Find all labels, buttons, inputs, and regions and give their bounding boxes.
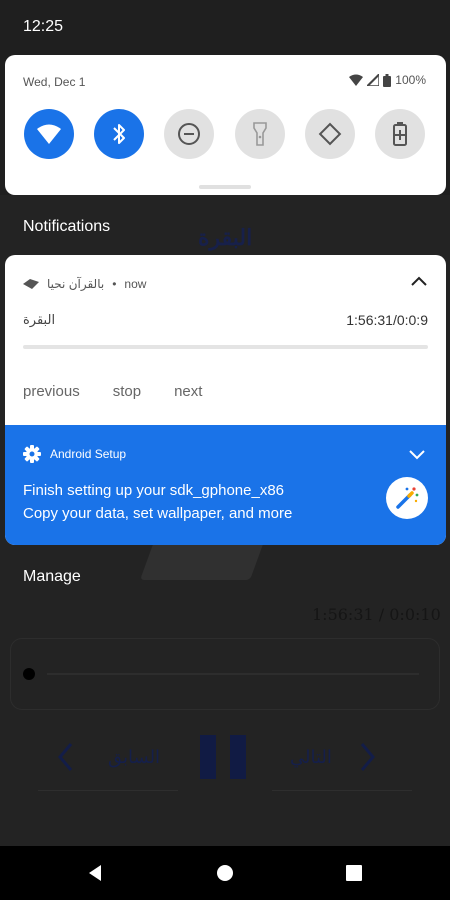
media-track-title: البقرة xyxy=(23,312,56,327)
auto-rotate-tile[interactable] xyxy=(305,109,355,159)
recents-button[interactable] xyxy=(341,860,367,886)
gear-icon xyxy=(23,445,41,463)
flashlight-tile[interactable] xyxy=(235,109,285,159)
quick-settings-panel: Wed, Dec 1 100% xyxy=(5,55,446,195)
battery-saver-tile[interactable] xyxy=(375,109,425,159)
wifi-signal-icon xyxy=(349,74,364,86)
wifi-tile[interactable] xyxy=(24,109,74,159)
back-icon xyxy=(89,865,101,881)
media-app-name: بالقرآن نحيا xyxy=(47,277,105,291)
wifi-icon xyxy=(37,124,61,144)
previous-button[interactable]: previous xyxy=(23,383,80,400)
cell-signal-icon xyxy=(367,74,380,86)
magic-wand-icon xyxy=(396,487,419,509)
battery-saver-icon xyxy=(393,122,407,146)
background-time-readout: 1:56:31 / 0:0:10 xyxy=(312,605,441,624)
media-notification[interactable]: بالقرآن نحيا • now البقرة 1:56:31/0:0:9 … xyxy=(5,255,446,545)
setup-subtitle: Copy your data, set wallpaper, and more xyxy=(23,505,293,522)
bluetooth-tile[interactable] xyxy=(94,109,144,159)
quick-settings-status: 100% xyxy=(349,73,426,87)
quick-settings-date: Wed, Dec 1 xyxy=(23,75,86,89)
auto-rotate-icon xyxy=(318,122,342,146)
notifications-heading: Notifications xyxy=(23,218,111,235)
navigation-bar xyxy=(0,846,450,900)
setup-app-name: Android Setup xyxy=(50,447,127,461)
recents-icon xyxy=(346,865,362,881)
background-next-label: التالي xyxy=(290,747,332,768)
background-seek-bar xyxy=(10,638,440,710)
background-chevron-left-icon xyxy=(58,743,73,771)
chevron-down-icon[interactable] xyxy=(408,447,426,463)
background-prev-label: السابق xyxy=(108,747,161,768)
flashlight-icon xyxy=(253,122,267,146)
background-player-controls: السابق التالي xyxy=(0,735,450,795)
stop-button[interactable]: stop xyxy=(113,383,141,400)
media-when: now xyxy=(124,277,147,291)
quick-settings-drag-handle[interactable] xyxy=(199,185,251,189)
battery-percent: 100% xyxy=(395,73,426,87)
setup-notification-header: Android Setup xyxy=(23,445,126,463)
media-progress-bar[interactable] xyxy=(23,345,428,349)
home-button[interactable] xyxy=(212,860,238,886)
back-button[interactable] xyxy=(82,860,108,886)
background-seek-thumb xyxy=(23,668,35,680)
next-button[interactable]: next xyxy=(174,383,202,400)
media-notification-header: بالقرآن نحيا • now xyxy=(23,277,146,291)
do-not-disturb-icon xyxy=(178,123,200,145)
background-divider-right xyxy=(272,790,412,791)
home-icon xyxy=(217,865,233,881)
book-icon xyxy=(23,279,39,289)
media-time-readout: 1:56:31/0:0:9 xyxy=(346,312,428,328)
do-not-disturb-tile[interactable] xyxy=(164,109,214,159)
chevron-up-icon[interactable] xyxy=(410,273,428,289)
status-bar-time: 12:25 xyxy=(23,18,64,35)
setup-title: Finish setting up your sdk_gphone_x86 xyxy=(23,482,285,499)
bluetooth-icon xyxy=(113,124,125,144)
background-seek-track xyxy=(47,673,419,675)
media-actions: previous stop next xyxy=(23,383,202,400)
background-chevron-right-icon xyxy=(360,743,375,771)
background-divider-left xyxy=(38,790,178,791)
battery-icon xyxy=(383,73,392,87)
setup-notification[interactable]: Android Setup Finish setting up your sdk… xyxy=(5,425,446,545)
manage-notifications-button[interactable]: Manage xyxy=(23,568,81,586)
setup-wand-badge xyxy=(386,477,428,519)
header-separator: • xyxy=(112,277,117,291)
background-surah-title: البقرة xyxy=(198,225,253,251)
